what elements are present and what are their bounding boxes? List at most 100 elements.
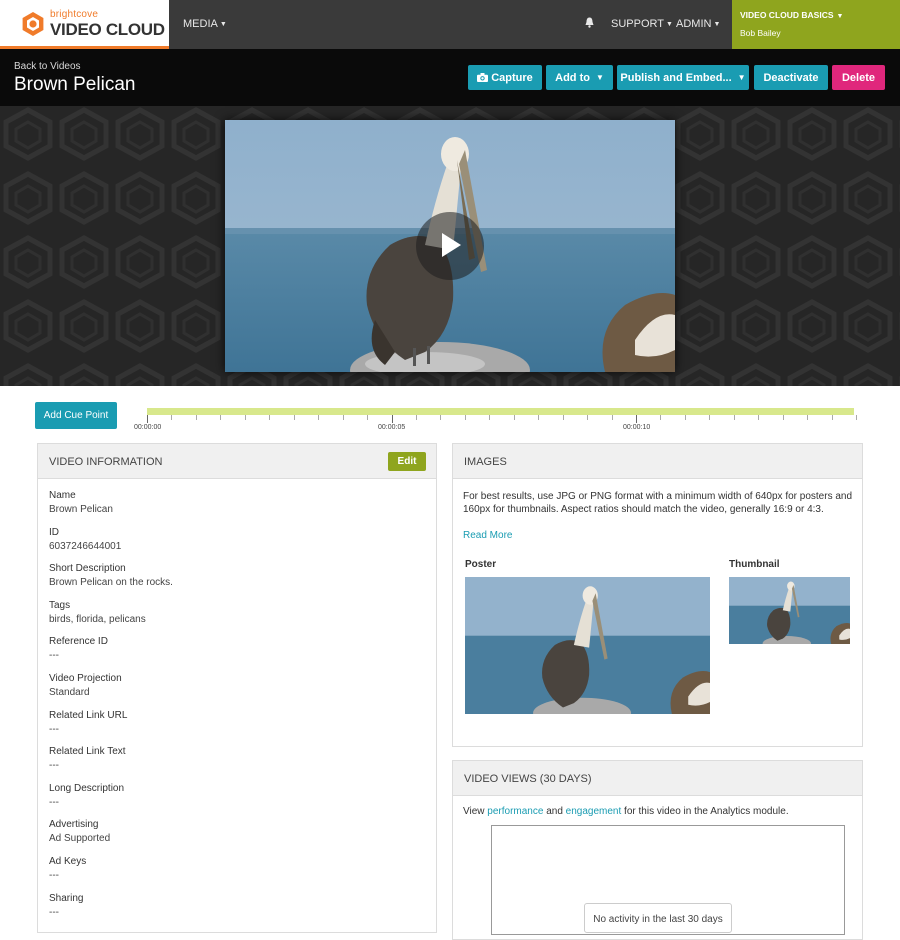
capture-button[interactable]: Capture <box>468 65 542 90</box>
info-field: Ad Keys --- <box>49 856 86 881</box>
images-guidelines-text: For best results, use JPG or PNG format … <box>463 491 853 515</box>
info-field-label: Sharing <box>49 892 84 904</box>
timeline-tick <box>733 415 735 420</box>
video-views-header: VIDEO VIEWS (30 DAYS) <box>453 761 862 796</box>
caret-down-icon: ▼ <box>595 73 604 82</box>
info-field: Reference ID --- <box>49 636 108 661</box>
info-field: Short Description Brown Pelican on the ro… <box>49 563 173 588</box>
timeline-tick <box>342 415 344 420</box>
timeline-tick <box>636 415 637 423</box>
add-to-button[interactable]: Add to ▼ <box>546 65 613 90</box>
info-field-value: Brown Pelican <box>49 504 113 515</box>
info-field: Related Link URL --- <box>49 710 127 735</box>
back-to-videos-link[interactable]: Back to Videos <box>14 61 81 72</box>
edit-button[interactable]: Edit <box>388 452 426 471</box>
timeline-tick <box>782 415 784 420</box>
info-field-label: Ad Keys <box>49 856 87 867</box>
info-field-label: Reference ID <box>49 636 108 648</box>
info-field: Tags birds, florida, pelicans <box>49 600 146 625</box>
thumbnail-label: Thumbnail <box>729 559 780 570</box>
info-field: Related Link Text --- <box>49 746 126 771</box>
player-area <box>0 106 900 386</box>
read-more-link[interactable]: Read More <box>463 530 512 541</box>
performance-link[interactable]: performance <box>487 806 543 817</box>
info-field: Video Projection Standard <box>49 673 122 698</box>
deactivate-button-label: Deactivate <box>763 71 819 84</box>
timeline-tick <box>415 415 417 420</box>
poster-image[interactable] <box>465 577 710 714</box>
timeline-tick <box>391 415 393 423</box>
caret-down-icon: ▼ <box>836 13 844 20</box>
timeline-tick <box>293 415 295 420</box>
top-navigation-bar: brightcove VIDEO CLOUD MEDIA ▼ SUPPORT ▼ A… <box>0 0 900 49</box>
brightcove-logo[interactable]: brightcove VIDEO CLOUD <box>0 0 169 49</box>
info-field: Sharing --- <box>49 893 83 918</box>
info-field: ID 6037246644001 <box>49 527 121 552</box>
notification-icon[interactable] <box>585 17 594 31</box>
images-header: IMAGES <box>453 444 862 479</box>
timeline-label-start: 00:00:00 <box>134 424 162 431</box>
info-field-value: --- <box>49 650 59 662</box>
info-field-value: 6037246644001 <box>49 540 122 552</box>
info-field-label: Short Description <box>49 563 126 575</box>
admin-menu[interactable]: ADMIN ▼ <box>676 18 720 30</box>
video-information-header: VIDEO INFORMATION Edit <box>38 444 436 479</box>
logo-product-text: VIDEO CLOUD <box>50 20 165 39</box>
delete-button[interactable]: Delete <box>832 65 885 90</box>
timeline-label-5s: 00:00:05 <box>378 424 406 431</box>
images-title: IMAGES <box>464 456 507 468</box>
info-field-value: --- <box>49 906 59 918</box>
delete-button-label: Delete <box>841 71 876 84</box>
media-menu-label: MEDIA <box>183 18 218 30</box>
caret-down-icon: ▼ <box>665 21 673 28</box>
caret-down-icon: ▼ <box>219 21 227 28</box>
timeline-label-10s: 00:00:10 <box>623 424 651 431</box>
play-button[interactable] <box>416 212 484 280</box>
timeline-tick <box>489 415 491 420</box>
timeline-tick <box>318 415 320 420</box>
info-field-label: Video Projection <box>49 673 122 684</box>
video-title-bar: Back to Videos Brown Pelican Capture Add… <box>0 49 900 106</box>
admin-menu-label: ADMIN <box>676 18 712 30</box>
no-activity-message: No activity in the last 30 days <box>584 903 732 933</box>
info-field-value: birds, florida, pelicans <box>49 613 146 625</box>
timeline-tick <box>147 415 148 423</box>
deactivate-button[interactable]: Deactivate <box>754 65 828 90</box>
info-field-label: Related Link Text <box>49 746 126 758</box>
info-field: Name Brown Pelican <box>49 490 113 515</box>
timeline-tick <box>220 415 222 420</box>
timeline-tick <box>856 415 858 420</box>
info-field-value: --- <box>49 796 59 808</box>
timeline-tick <box>758 415 760 420</box>
timeline-tick <box>513 415 515 420</box>
video-information-panel: VIDEO INFORMATION Edit Name Brown Pelican… <box>37 443 437 933</box>
account-menu[interactable]: VIDEO CLOUD BASICS ▼ Bob Bailey <box>732 0 900 49</box>
logo-brand-text: brightcove <box>50 9 99 20</box>
info-field-value: --- <box>49 760 59 772</box>
video-player[interactable] <box>225 120 675 372</box>
images-panel: IMAGES For best results, use JPG or PNG … <box>452 443 863 747</box>
info-field-value: Brown Pelican on the rocks. <box>49 577 173 589</box>
info-field-label: Tags <box>49 599 71 611</box>
timeline-tick <box>562 415 564 420</box>
info-field-label: ID <box>49 526 59 538</box>
info-field: Advertising Ad Supported <box>49 819 110 844</box>
support-menu[interactable]: SUPPORT ▼ <box>611 18 673 30</box>
account-name: VIDEO CLOUD BASICS ▼ <box>740 10 844 20</box>
info-field-value: --- <box>49 723 59 735</box>
publish-embed-button[interactable]: Publish and Embed... ▼ <box>617 65 749 90</box>
thumbnail-image[interactable] <box>729 577 850 644</box>
timeline-tick <box>195 415 197 420</box>
timeline-tick <box>367 415 369 420</box>
timeline-tick <box>538 415 540 420</box>
cue-point-timeline[interactable] <box>147 408 854 415</box>
info-field-value: Ad Supported <box>49 833 111 845</box>
timeline-tick <box>831 415 833 420</box>
engagement-link[interactable]: engagement <box>566 806 622 817</box>
info-field-label: Name <box>49 490 76 501</box>
media-menu[interactable]: MEDIA ▼ <box>183 18 227 30</box>
video-views-panel: VIDEO VIEWS (30 DAYS) View performance a… <box>452 760 863 940</box>
video-views-title: VIDEO VIEWS (30 DAYS) <box>464 773 592 785</box>
add-cue-point-button[interactable]: Add Cue Point <box>35 402 117 429</box>
info-field: Long Description --- <box>49 783 124 808</box>
